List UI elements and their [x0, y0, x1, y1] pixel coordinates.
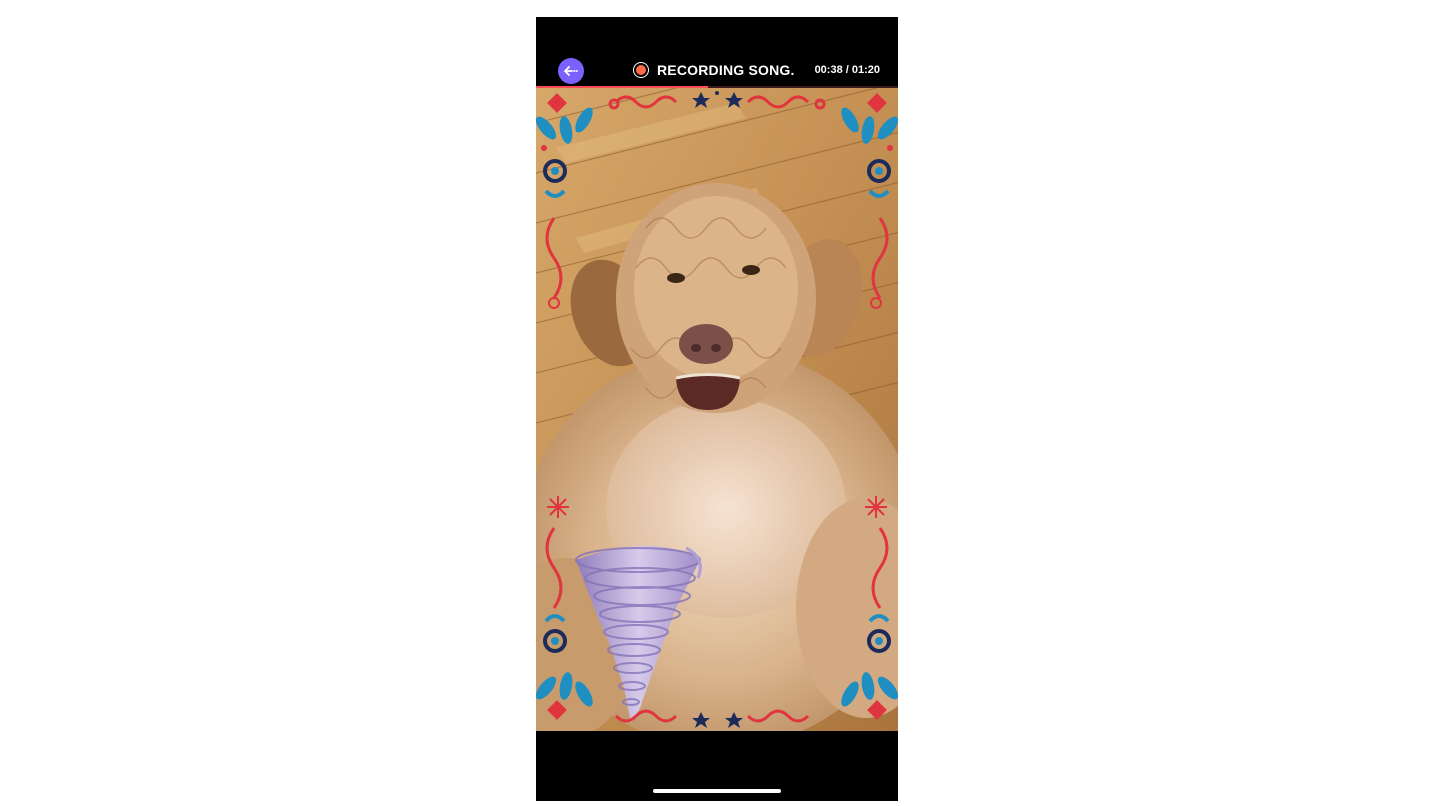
back-arrow-icon	[564, 66, 578, 76]
record-dot-inner	[636, 65, 646, 75]
camera-viewport	[536, 88, 898, 731]
home-indicator[interactable]	[653, 789, 781, 793]
back-button[interactable]	[558, 58, 584, 84]
top-bar: RECORDING SONG. 00:38 / 01:20	[536, 17, 898, 87]
phone-screen: RECORDING SONG. 00:38 / 01:20	[536, 17, 898, 801]
recording-status-label: RECORDING SONG.	[657, 62, 795, 78]
recording-timer: 00:38 / 01:20	[814, 64, 880, 76]
scene-canvas	[536, 88, 898, 731]
record-dot-icon	[633, 62, 649, 78]
dog-photo	[536, 183, 898, 731]
